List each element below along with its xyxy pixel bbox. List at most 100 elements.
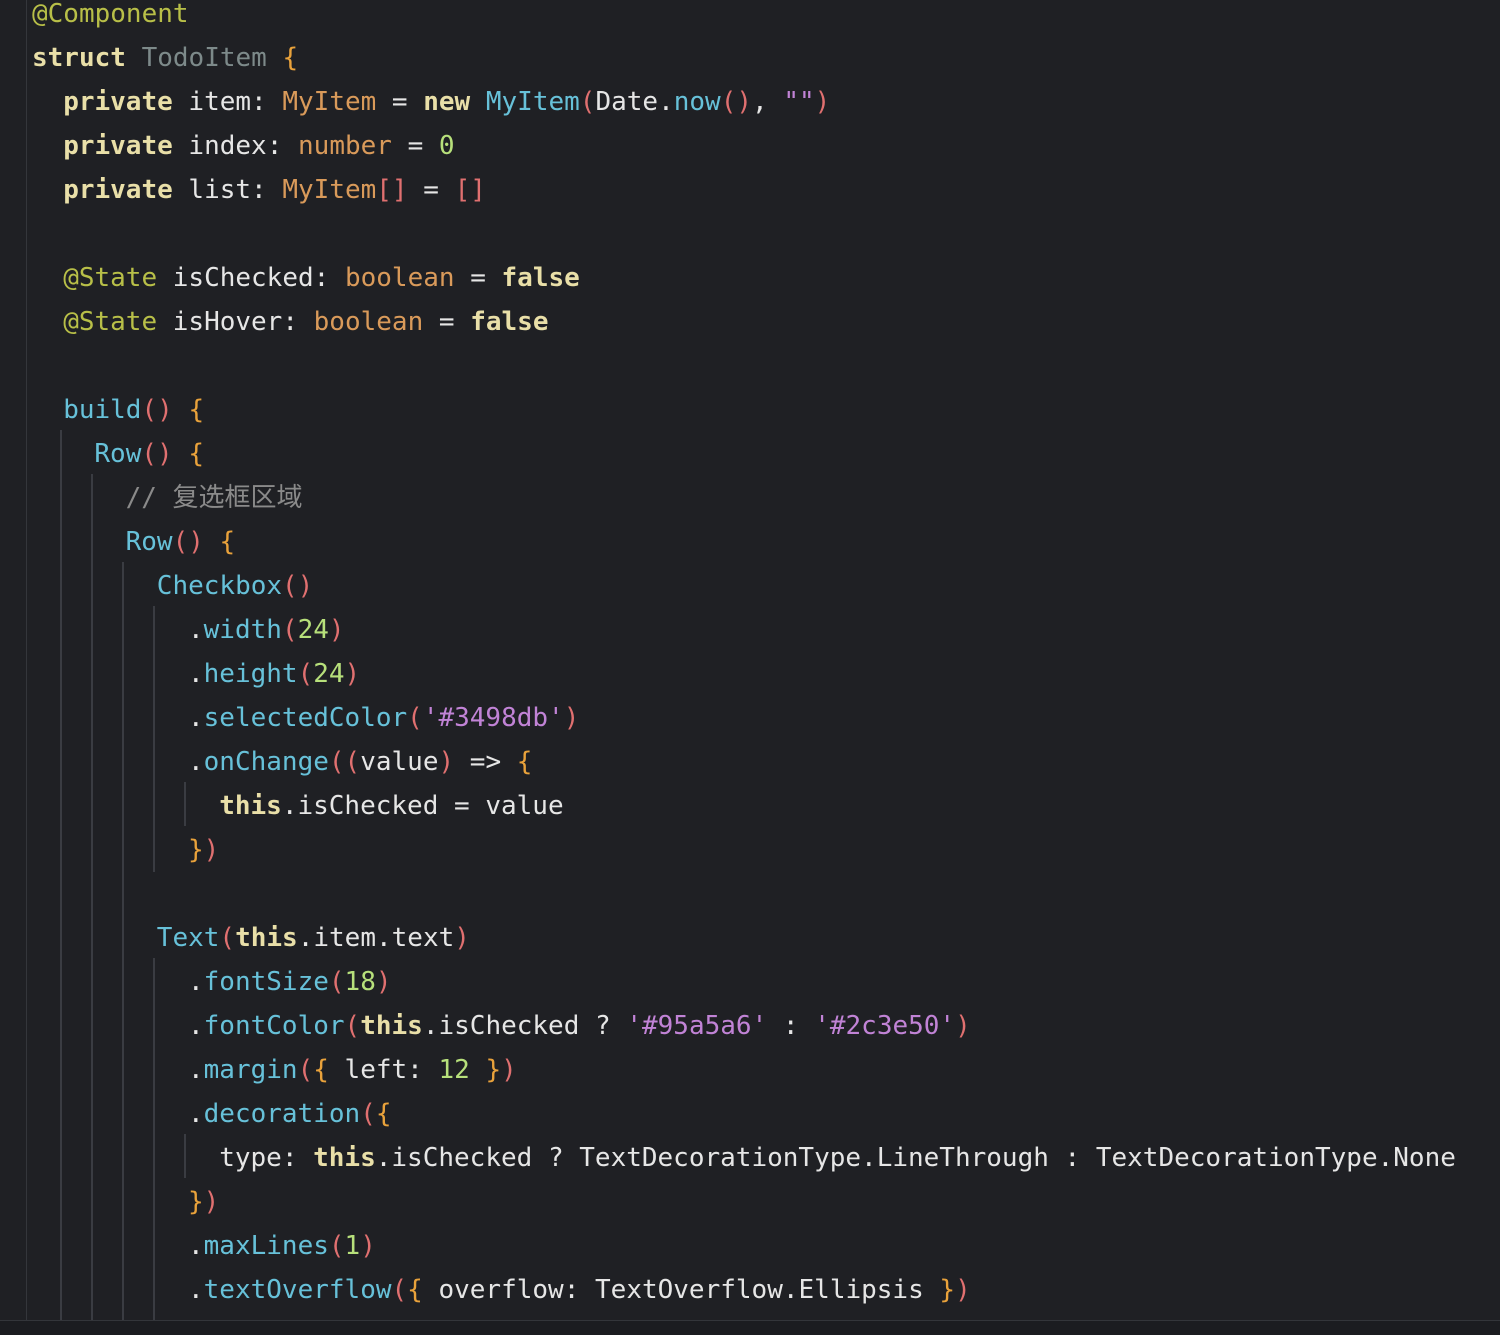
code-token: MyItem [485,87,580,117]
code-line[interactable]: .decoration({ [188,1092,392,1136]
code-token: isHover [172,307,283,337]
code-line[interactable]: Text(this.item.text) [157,916,470,960]
code-token: : [281,1143,314,1173]
code-token: '#95a5a6' [626,1011,768,1041]
code-token: . [422,1011,439,1041]
code-line[interactable]: @State isHover: boolean = false [63,300,548,344]
code-token: TodoItem [141,43,267,73]
code-token: None [1393,1143,1456,1173]
code-line[interactable]: Row() { [94,432,204,476]
code-token: ( [281,615,298,645]
code-token: = [407,175,455,205]
code-line[interactable]: @Component [32,0,189,36]
code-token: maxLines [203,1231,329,1261]
code-token: . [188,747,204,777]
code-line[interactable]: }) [188,828,219,872]
code-line[interactable]: .margin({ left: 12 }) [188,1048,517,1092]
code-token: ) [328,615,345,645]
code-line[interactable]: // 复选框区域 [126,476,303,520]
code-token: fontColor [203,1011,345,1041]
code-line[interactable]: .onChange((value) => { [188,740,532,784]
code-token: ) [814,87,831,117]
code-token: { [516,747,533,777]
code-token: . [281,791,298,821]
code-token: left [344,1055,408,1085]
code-token: ( [360,1099,376,1129]
code-token: ( [407,703,423,733]
code-token: isChecked [391,1143,533,1173]
code-token: ) [563,703,580,733]
indent-guide [91,474,93,1320]
code-token: : [282,307,314,337]
code-line[interactable]: type: this.isChecked ? TextDecorationTyp… [219,1136,1456,1180]
code-token: : [251,87,283,117]
code-token: isChecked [172,263,314,293]
code-token: ) [955,1275,971,1305]
code-token: '#3498db' [422,703,564,733]
code-line[interactable]: .fontColor(this.isChecked ? '#95a5a6' : … [188,1004,971,1048]
editor-bottom-bar [0,1320,1500,1335]
code-token: } [188,835,204,865]
code-token: 1 [344,1231,361,1261]
code-token: TextOverflow [595,1275,783,1305]
code-line[interactable]: .width(24) [188,608,345,652]
code-token: (( [328,747,361,777]
code-token: height [203,659,298,689]
indent-guide [184,782,186,826]
code-line[interactable]: .height(24) [188,652,360,696]
code-token: item [188,87,252,117]
indent-guide [153,606,155,872]
code-token: ( [219,923,236,953]
code-token: isChecked [438,1011,580,1041]
code-token: => [454,747,517,777]
code-token: build [63,395,142,425]
code-token: { [407,1275,423,1305]
code-token: ) [360,1231,376,1261]
code-line[interactable]: .selectedColor('#3498db') [188,696,579,740]
code-token: : [251,175,283,205]
code-line[interactable]: .maxLines(1) [188,1224,376,1268]
code-token: now [673,87,721,117]
code-token: . [188,1011,204,1041]
code-token: () [141,395,173,425]
code-line[interactable]: this.isChecked = value [219,784,563,828]
code-line[interactable]: private list: MyItem[] = [] [63,168,486,212]
code-token: [] [376,175,408,205]
code-token: { [188,439,204,469]
code-token: () [720,87,753,117]
code-token: // 复选框区域 [125,483,303,513]
code-line[interactable]: Row() { [126,520,236,564]
code-line[interactable]: Checkbox() [157,564,314,608]
code-line[interactable]: .fontSize(18) [188,960,392,1004]
code-token: selectedColor [203,703,408,733]
code-token: this [360,1011,423,1041]
code-token: '#2c3e50' [814,1011,956,1041]
code-token: boolean [344,263,455,293]
code-token: : [767,1011,815,1041]
gutter-divider [26,0,27,1320]
code-line[interactable]: .textOverflow({ overflow: TextOverflow.E… [188,1268,971,1312]
code-token: Checkbox [156,571,283,601]
code-token: ) [501,1055,517,1085]
code-token: { [219,527,236,557]
code-token: @State [63,307,158,337]
code-token: fontSize [203,967,329,997]
code-line[interactable]: private item: MyItem = new MyItem(Date.n… [63,80,830,124]
code-token: . [782,1275,799,1305]
code-token: ) [454,923,470,953]
code-token: = [454,263,502,293]
code-token: item [313,923,376,953]
code-token: 24 [297,615,329,645]
code-editor[interactable]: @Component struct TodoItem {private item:… [0,0,1500,1320]
code-line[interactable]: struct TodoItem { [32,36,298,80]
code-line[interactable]: private index: number = 0 [63,124,454,168]
code-line[interactable]: }) [188,1180,219,1224]
code-line[interactable]: @State isChecked: boolean = false [63,256,580,300]
code-line[interactable]: build() { [63,388,204,432]
code-token: Ellipsis [798,1275,924,1305]
